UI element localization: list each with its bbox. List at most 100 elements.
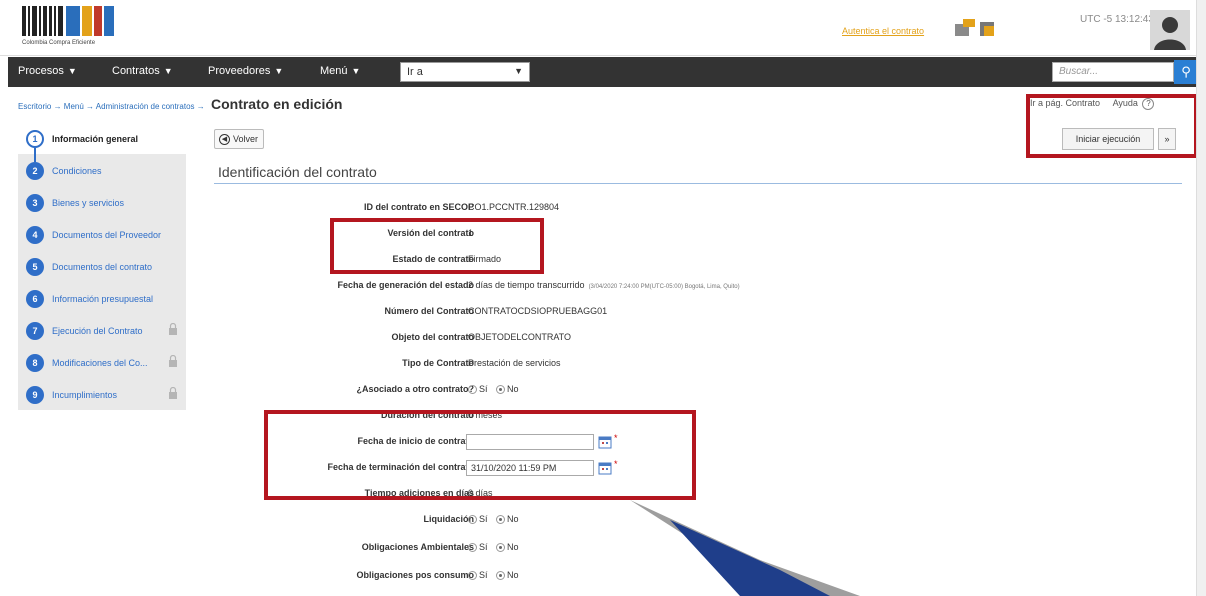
radio-si[interactable] <box>468 385 477 395</box>
highlight-box <box>1026 94 1198 158</box>
auth-link[interactable]: Autentica el contrato <box>842 26 924 36</box>
step-incumplimientos[interactable]: 9 Incumplimientos <box>18 378 186 410</box>
colombia-compra-logo[interactable]: Colombia Compra Eficiente <box>22 6 118 50</box>
utc-clock: UTC -5 13:12:43 <box>1080 14 1154 25</box>
logo-caption: Colombia Compra Eficiente <box>22 40 96 46</box>
field-objeto: Objeto del contrato OBJETODELCONTRATO <box>214 330 1114 348</box>
search-input[interactable]: Buscar... <box>1052 62 1174 82</box>
radio-si[interactable] <box>468 515 477 525</box>
logo-barcode-icon <box>22 6 118 38</box>
radio-si[interactable] <box>468 571 477 581</box>
step-ejecucion-contrato[interactable]: 7 Ejecución del Contrato <box>18 314 186 346</box>
chevron-down-icon: ▼ <box>67 66 77 76</box>
step-number: 3 <box>26 194 44 212</box>
step-number: 2 <box>26 162 44 180</box>
highlight-box <box>264 410 696 500</box>
field-value: CONTRATOCDSIOPRUEBAGG01 <box>468 306 608 316</box>
field-value: OBJETODELCONTRATO <box>468 332 572 342</box>
step-label: Información presupuestal <box>52 294 154 304</box>
step-number: 8 <box>26 354 44 372</box>
field-asociado: ¿Asociado a otro contrato? Sí No <box>214 382 1114 400</box>
step-modificaciones[interactable]: 8 Modificaciones del Co... <box>18 346 186 378</box>
highlight-box <box>330 218 544 274</box>
chevron-down-icon: ▼ <box>514 66 523 76</box>
step-label: Bienes y servicios <box>52 198 125 208</box>
lock-icon <box>169 323 177 335</box>
field-detail: (3/04/2020 7:24:00 PM(UTC-05:00) Bogotá,… <box>588 284 740 290</box>
search-icon: ⚲ <box>1181 64 1191 79</box>
step-informacion-general[interactable]: 1 Información general <box>18 122 186 154</box>
field-value: Prestación de servicios <box>468 358 561 368</box>
step-label: Ejecución del Contrato <box>52 326 143 336</box>
steps-sidebar: 1 Información general 2 Condiciones 3 Bi… <box>18 122 186 410</box>
back-label: Volver <box>233 134 259 144</box>
radio-group: Sí No <box>468 570 525 581</box>
field-label: Tipo de Contrato <box>402 358 474 368</box>
nav-procesos[interactable]: Procesos ▼ <box>18 65 77 77</box>
field-fecha-estado: Fecha de generación del estado 2 días de… <box>214 278 1114 296</box>
section-divider <box>214 183 1182 184</box>
user-avatar[interactable] <box>1150 10 1190 50</box>
lock-icon <box>169 355 177 367</box>
decorative-swoosh <box>630 500 860 596</box>
step-number: 5 <box>26 258 44 276</box>
nav-menu[interactable]: Menú ▼ <box>320 65 360 77</box>
radio-no[interactable] <box>496 543 506 553</box>
chevron-down-icon: ▼ <box>351 66 361 76</box>
breadcrumb-path[interactable]: Escritorio → Menú → Administración de co… <box>18 102 205 111</box>
breadcrumb: Escritorio → Menú → Administración de co… <box>18 96 342 112</box>
nav-proveedores[interactable]: Proveedores ▼ <box>208 65 283 77</box>
radio-si[interactable] <box>468 543 477 553</box>
step-bienes-servicios[interactable]: 3 Bienes y servicios <box>18 186 186 218</box>
field-label: Liquidación <box>423 514 475 524</box>
notifications-icon[interactable] <box>978 18 1002 38</box>
chevron-down-icon: ▼ <box>163 66 173 76</box>
step-informacion-presupuestal[interactable]: 6 Información presupuestal <box>18 282 186 314</box>
field-label: Fecha de generación del estado <box>337 280 474 290</box>
step-condiciones[interactable]: 2 Condiciones <box>18 154 186 186</box>
radio-no[interactable] <box>496 385 506 395</box>
radio-group: Sí No <box>468 384 525 395</box>
step-label: Incumplimientos <box>52 390 118 400</box>
radio-group: Sí No <box>468 514 525 525</box>
field-value: 2 días de tiempo transcurrido (3/04/2020 … <box>468 280 740 290</box>
vertical-scrollbar[interactable] <box>1196 0 1206 596</box>
lock-icon <box>169 387 177 399</box>
step-label: Condiciones <box>52 166 102 176</box>
nav-contratos[interactable]: Contratos ▼ <box>112 65 173 77</box>
field-label: ¿Asociado a otro contrato? <box>356 384 474 394</box>
step-label: Modificaciones del Co... <box>52 358 148 368</box>
field-tipo: Tipo de Contrato Prestación de servicios <box>214 356 1114 374</box>
user-avatar-icon <box>1154 17 1186 50</box>
field-label: ID del contrato en SECOP <box>363 202 474 212</box>
step-number: 4 <box>26 226 44 244</box>
chevron-down-icon: ▼ <box>274 66 284 76</box>
step-documentos-contrato[interactable]: 5 Documentos del contrato <box>18 250 186 282</box>
field-id-secop: ID del contrato en SECOP CO1.PCCNTR.1298… <box>214 200 1114 218</box>
section-title: Identificación del contrato <box>218 164 377 180</box>
field-value: CO1.PCCNTR.129804 <box>468 202 560 212</box>
step-number: 6 <box>26 290 44 308</box>
field-label: Obligaciones pos consumo <box>356 570 474 580</box>
field-label: Objeto del contrato <box>391 332 474 342</box>
page-title: Contrato en edición <box>210 96 343 112</box>
field-label: Obligaciones Ambientales <box>361 542 474 552</box>
header: Colombia Compra Eficiente Autentica el c… <box>0 0 1206 56</box>
step-number: 7 <box>26 322 44 340</box>
arrow-left-icon: ◀ <box>219 134 230 145</box>
step-documentos-proveedor[interactable]: 4 Documentos del Proveedor <box>18 218 186 250</box>
step-number: 1 <box>26 130 44 148</box>
radio-group: Sí No <box>468 542 525 553</box>
radio-no[interactable] <box>496 515 506 525</box>
step-label: Documentos del contrato <box>52 262 153 272</box>
field-label: Número del Contrato <box>384 306 474 316</box>
goto-select[interactable]: Ir a ▼ <box>400 62 530 82</box>
back-button[interactable]: ◀ Volver <box>214 129 264 149</box>
step-label: Información general <box>52 134 139 144</box>
search-button[interactable]: ⚲ <box>1174 60 1198 84</box>
messages-icon[interactable] <box>954 18 978 38</box>
radio-no[interactable] <box>496 571 506 581</box>
step-number: 9 <box>26 386 44 404</box>
main-navbar: Procesos ▼ Contratos ▼ Proveedores ▼ Menú ▼ … <box>8 57 1198 87</box>
step-label: Documentos del Proveedor <box>52 230 162 240</box>
